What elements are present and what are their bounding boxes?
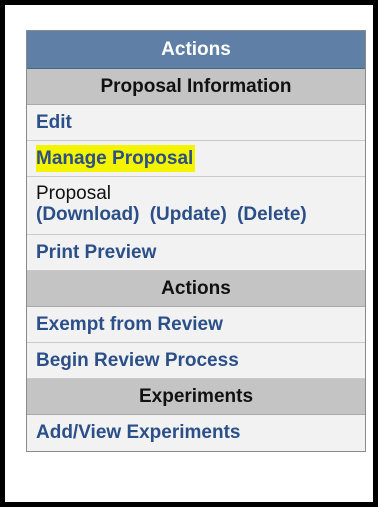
edit-row: Edit bbox=[27, 105, 365, 141]
proposal-file-actions: (Download) (Update) (Delete) bbox=[36, 204, 365, 225]
screenshot-frame: Actions Proposal Information Edit Manage… bbox=[0, 0, 378, 507]
actions-panel: Actions Proposal Information Edit Manage… bbox=[26, 30, 366, 452]
proposal-label: Proposal bbox=[36, 183, 111, 204]
section-header-proposal-information: Proposal Information bbox=[27, 69, 365, 105]
add-view-experiments-row: Add/View Experiments bbox=[27, 415, 365, 451]
exempt-from-review-link[interactable]: Exempt from Review bbox=[36, 314, 223, 335]
delete-proposal-link[interactable]: (Delete) bbox=[237, 204, 307, 225]
section-header-actions: Actions bbox=[27, 271, 365, 307]
add-view-experiments-link[interactable]: Add/View Experiments bbox=[36, 422, 241, 443]
manage-proposal-row: Manage Proposal bbox=[27, 141, 365, 177]
download-proposal-link[interactable]: (Download) bbox=[36, 204, 139, 225]
proposal-file-row: Proposal (Download) (Update) (Delete) bbox=[27, 177, 365, 235]
manage-proposal-link[interactable]: Manage Proposal bbox=[36, 145, 196, 172]
print-preview-link[interactable]: Print Preview bbox=[36, 242, 156, 263]
begin-review-process-row: Begin Review Process bbox=[27, 343, 365, 379]
begin-review-process-link[interactable]: Begin Review Process bbox=[36, 350, 239, 371]
exempt-from-review-row: Exempt from Review bbox=[27, 307, 365, 343]
panel-title: Actions bbox=[27, 31, 365, 69]
print-preview-row: Print Preview bbox=[27, 235, 365, 271]
update-proposal-link[interactable]: (Update) bbox=[150, 204, 227, 225]
edit-link[interactable]: Edit bbox=[36, 112, 72, 133]
section-header-experiments: Experiments bbox=[27, 379, 365, 415]
